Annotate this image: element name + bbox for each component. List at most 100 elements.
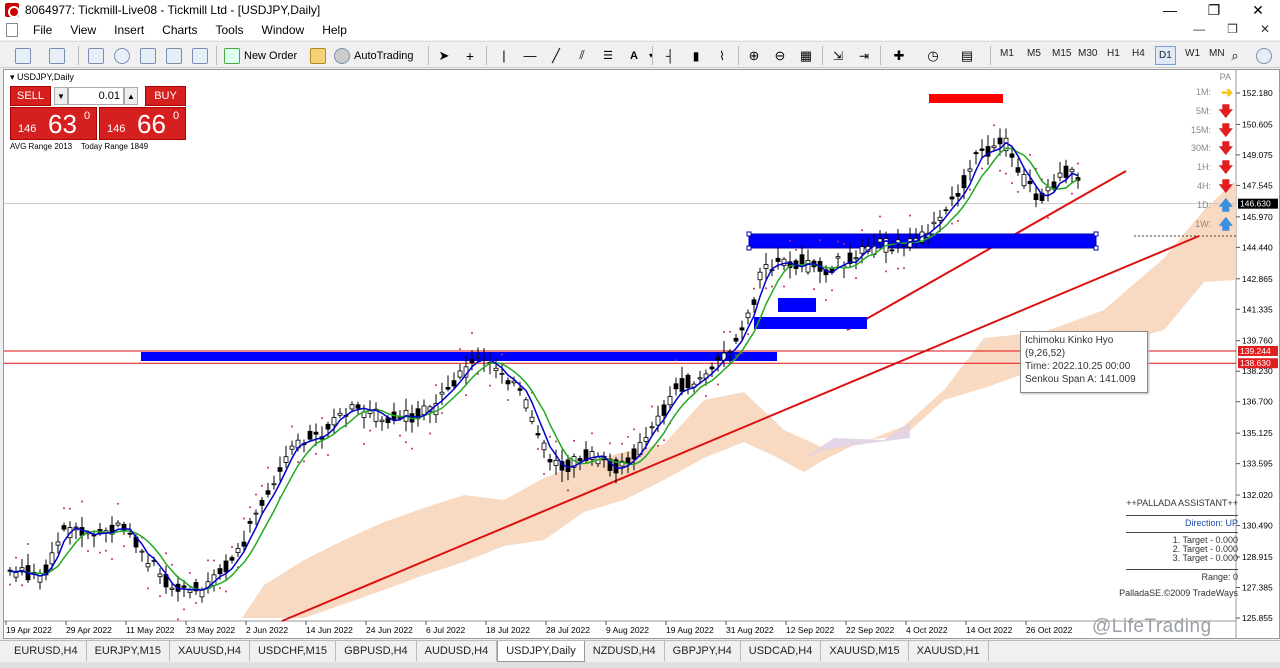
tab-xauusd-m15[interactable]: XAUUSD,M15 [821, 641, 909, 661]
tf-w1[interactable]: W1 [1185, 48, 1200, 59]
zoom-in-icon[interactable]: ⊕ [744, 46, 764, 65]
child-minimize-button[interactable]: — [1193, 22, 1205, 36]
psar-dot [225, 590, 227, 593]
psar-dot [9, 583, 11, 586]
chart-shift-icon[interactable]: ⇥ [854, 46, 874, 65]
tile-icon[interactable]: ▦ [796, 46, 816, 65]
crosshair-icon[interactable]: + [460, 46, 480, 65]
tab-xauusd-h4[interactable]: XAUUSD,H4 [170, 641, 250, 661]
x-tick-label: 14 Jun 2022 [306, 625, 353, 635]
menu-charts[interactable]: Charts [153, 23, 206, 37]
lot-increase-button[interactable]: ▲ [124, 87, 138, 105]
tab-audusd-h4[interactable]: AUDUSD,H4 [417, 641, 498, 661]
tf-mn[interactable]: MN [1209, 48, 1225, 59]
x-tick-label: 6 Jul 2022 [426, 625, 465, 635]
maximize-button[interactable]: ❐ [1192, 0, 1236, 20]
tf-m1[interactable]: M1 [1000, 48, 1014, 59]
candle-body [289, 445, 295, 450]
horizontal-line-icon[interactable]: — [520, 46, 540, 65]
autotrading-button[interactable]: AutoTrading [334, 46, 420, 65]
market-watch-icon[interactable] [86, 46, 106, 65]
candles-icon[interactable]: ▮ [686, 46, 706, 65]
tab-eurjpy-m15[interactable]: EURJPY,M15 [87, 641, 171, 661]
candle-body [673, 383, 679, 390]
buy-price-box[interactable]: 146 66 0 [99, 107, 186, 140]
x-tick-label: 22 Sep 2022 [846, 625, 894, 635]
chart-window[interactable]: 152.180 150.605 149.075 147.545 145.970 144.4… [3, 69, 1280, 639]
line-chart-icon[interactable]: ⌇ [712, 46, 732, 65]
search-icon[interactable]: ⌕ [1226, 46, 1244, 65]
psar-dot [1011, 182, 1013, 185]
new-chart-icon[interactable] [8, 46, 38, 65]
tf-h1[interactable]: H1 [1107, 48, 1120, 59]
fibonacci-icon[interactable]: ☰ [598, 46, 618, 65]
tf-m5[interactable]: M5 [1027, 48, 1041, 59]
psar-dot [501, 353, 503, 356]
tab-gbpusd-h4[interactable]: GBPUSD,H4 [336, 641, 417, 661]
arrows-icon[interactable]: ▾ [646, 46, 656, 65]
data-window-icon[interactable] [112, 46, 132, 65]
templates-icon[interactable]: ▤ [954, 46, 980, 65]
candle-body [1027, 180, 1033, 185]
psar-dot [819, 239, 821, 242]
vertical-line-icon[interactable]: | [494, 46, 514, 65]
tab-gbpjpy-h4[interactable]: GBPJPY,H4 [665, 641, 741, 661]
text-icon[interactable]: A [624, 46, 644, 65]
candle-body [61, 525, 67, 530]
tab-usdchf-m15[interactable]: USDCHF,M15 [250, 641, 337, 661]
terminal-icon[interactable] [164, 46, 184, 65]
candle-body [805, 260, 811, 273]
candle-body [139, 550, 145, 553]
zoom-out-icon[interactable]: ⊖ [770, 46, 790, 65]
psar-dot [543, 472, 545, 475]
sell-button[interactable]: SELL [10, 86, 51, 106]
profiles-icon[interactable] [42, 46, 72, 65]
close-button[interactable]: ✕ [1236, 0, 1280, 20]
autoscroll-icon[interactable]: ⇲ [828, 46, 848, 65]
chart-document-icon[interactable] [6, 23, 18, 37]
lot-decrease-button[interactable]: ▼ [54, 87, 68, 105]
indicators-icon[interactable]: ✚ [886, 46, 912, 65]
candle-body [235, 548, 241, 553]
cursor-icon[interactable]: ➤ [434, 46, 454, 65]
candle-body [1021, 174, 1027, 187]
channel-icon[interactable]: ⫽ [572, 46, 592, 65]
tf-m30[interactable]: M30 [1078, 48, 1097, 59]
tab-usdjpy-daily[interactable]: USDJPY,Daily [497, 641, 585, 662]
tab-eurusd-h4[interactable]: EURUSD,H4 [6, 641, 87, 661]
menu-file[interactable]: File [24, 23, 61, 37]
periods-icon[interactable]: ◷ [920, 46, 946, 65]
menu-insert[interactable]: Insert [105, 23, 153, 37]
candle-body [115, 522, 121, 526]
navigator-icon[interactable] [138, 46, 158, 65]
tf-h4[interactable]: H4 [1132, 48, 1145, 59]
candle-body [853, 257, 859, 260]
sell-price-box[interactable]: 146 63 0 [10, 107, 97, 140]
child-close-button[interactable]: ✕ [1260, 22, 1270, 36]
candle-body [763, 264, 769, 269]
tab-nzdusd-h4[interactable]: NZDUSD,H4 [585, 641, 665, 661]
account-icon[interactable] [1254, 46, 1274, 65]
lot-input[interactable]: 0.01 [68, 87, 124, 105]
buy-button[interactable]: BUY [145, 86, 186, 106]
candle-body [157, 573, 163, 578]
bar-chart-icon[interactable]: ┤ [660, 46, 680, 65]
minimize-button[interactable]: — [1148, 0, 1192, 20]
menu-view[interactable]: View [61, 23, 105, 37]
new-order-button[interactable]: New Order [224, 46, 304, 65]
tab-xauusd-h1[interactable]: XAUUSD,H1 [909, 641, 989, 661]
x-tick-label: 11 May 2022 [126, 625, 175, 635]
menu-tools[interactable]: Tools [207, 23, 253, 37]
psar-dot [621, 442, 623, 445]
trendline-icon[interactable]: ╱ [546, 46, 566, 65]
candle-body [877, 238, 883, 243]
tf-d1[interactable]: D1 [1155, 46, 1176, 65]
menu-window[interactable]: Window [253, 23, 314, 37]
expert-icon[interactable] [308, 46, 328, 65]
tf-m15[interactable]: M15 [1052, 48, 1071, 59]
menu-help[interactable]: Help [313, 23, 356, 37]
tester-icon[interactable] [190, 46, 210, 65]
candle-body [577, 458, 583, 462]
tab-usdcad-h4[interactable]: USDCAD,H4 [741, 641, 822, 661]
child-restore-button[interactable]: ❐ [1227, 22, 1238, 36]
